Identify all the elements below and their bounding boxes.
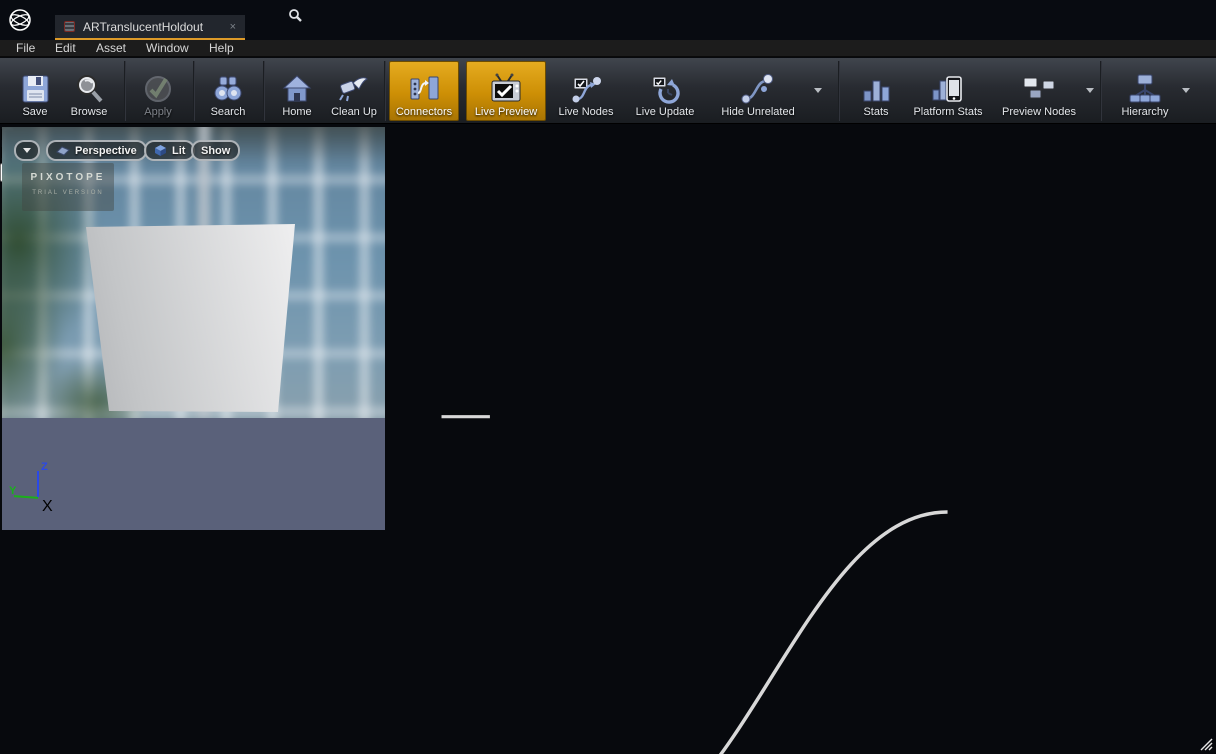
menu-edit[interactable]: Edit	[55, 41, 76, 56]
watermark-subtitle: TRIAL VERSION	[22, 190, 114, 196]
axis-z-line	[37, 471, 39, 497]
hierarchy-button[interactable]: Hierarchy	[1112, 62, 1178, 120]
lit-cube-icon	[154, 144, 167, 157]
platform-stats-button[interactable]: Platform Stats	[906, 62, 990, 120]
toolbar-separator	[193, 61, 195, 121]
material-asset-icon	[64, 21, 75, 32]
resize-handle[interactable]	[1197, 735, 1213, 751]
live-update-icon	[648, 73, 682, 105]
home-icon	[281, 73, 313, 105]
perspective-label: Perspective	[75, 145, 137, 157]
toolbar-button-label: Platform Stats	[913, 106, 982, 118]
perspective-button[interactable]: Perspective	[46, 140, 147, 161]
material-preview-viewport[interactable]: Perspective Lit Show PIXOTOPE TRIAL VERS…	[2, 127, 385, 530]
asset-tab[interactable]: ARTranslucentHoldout ×	[55, 15, 245, 38]
search-binoculars-icon	[211, 73, 245, 105]
toolbar-button-label: Live Update	[636, 106, 695, 118]
save-floppy-icon	[19, 73, 51, 105]
pixotope-watermark: PIXOTOPE TRIAL VERSION	[22, 163, 114, 211]
preview-nodes-icon	[1021, 73, 1057, 105]
hide-unrelated-icon	[740, 73, 776, 105]
menu-asset[interactable]: Asset	[96, 41, 126, 56]
axis-z-label: Z	[41, 461, 48, 473]
apply-button[interactable]: Apply	[130, 62, 186, 120]
axis-x-label: X	[42, 498, 53, 516]
menu-file[interactable]: File	[16, 41, 35, 56]
hierarchy-icon	[1128, 73, 1162, 105]
toolbar-separator	[124, 61, 126, 121]
hierarchy-dropdown-icon[interactable]	[1182, 88, 1190, 93]
browse-magnifier-icon	[73, 73, 105, 105]
menu-window[interactable]: Window	[146, 41, 189, 56]
toolbar-separator	[263, 61, 265, 121]
connectors-icon	[408, 73, 440, 105]
toolbar-separator	[838, 61, 840, 121]
live-nodes-icon	[569, 73, 603, 105]
live-preview-button[interactable]: Live Preview	[466, 61, 546, 121]
toolbar-button-label: Hierarchy	[1121, 106, 1168, 118]
show-button[interactable]: Show	[191, 140, 240, 161]
main-toolbar: Save Browse Apply Search Home Clean Up C…	[0, 58, 1216, 124]
home-button[interactable]: Home	[271, 62, 323, 120]
show-label: Show	[201, 145, 230, 157]
title-bar: ARTranslucentHoldout ×	[0, 0, 1216, 40]
axis-y-label: Y	[9, 485, 16, 497]
toolbar-button-label: Hide Unrelated	[721, 106, 794, 118]
apply-check-icon	[142, 73, 174, 105]
save-button[interactable]: Save	[12, 62, 58, 120]
live-update-button[interactable]: Live Update	[628, 62, 702, 120]
watermark-title: PIXOTOPE	[22, 172, 114, 183]
toolbar-button-label: Stats	[863, 106, 888, 118]
toolbar-button-label: Live Preview	[475, 106, 537, 118]
platform-stats-icon	[930, 73, 966, 105]
clean-up-brush-icon	[337, 73, 371, 105]
toolbar-separator	[384, 61, 386, 121]
perspective-icon	[56, 146, 70, 156]
menu-bar: File Edit Asset Window Help	[0, 40, 1216, 57]
toolbar-separator	[1100, 61, 1102, 121]
toolbar-button-label: Home	[282, 106, 311, 118]
tab-title: ARTranslucentHoldout	[83, 20, 203, 34]
toolbar-button-label: Clean Up	[331, 106, 377, 118]
toolbar-button-label: Connectors	[396, 106, 452, 118]
menu-help[interactable]: Help	[209, 41, 234, 56]
preview-nodes-dropdown-icon[interactable]	[1086, 88, 1094, 93]
lit-button[interactable]: Lit	[144, 140, 195, 161]
connectors-button[interactable]: Connectors	[389, 61, 459, 121]
viewport-options-dropdown[interactable]	[14, 140, 40, 161]
search-icon	[288, 8, 302, 22]
tab-close-icon[interactable]: ×	[230, 21, 236, 33]
toolbar-button-label: Save	[22, 106, 47, 118]
engine-logo-icon	[7, 7, 33, 33]
browse-button[interactable]: Browse	[60, 62, 118, 120]
toolbar-button-label: Search	[211, 106, 246, 118]
chevron-down-icon	[23, 148, 31, 153]
toolbar-button-label: Browse	[71, 106, 108, 118]
clean-up-button[interactable]: Clean Up	[326, 62, 382, 120]
live-preview-tv-icon	[488, 73, 524, 105]
search-button[interactable]: Search	[199, 62, 257, 120]
live-nodes-button[interactable]: Live Nodes	[551, 62, 621, 120]
toolbar-button-label: Preview Nodes	[1002, 106, 1076, 118]
hide-unrelated-dropdown-icon[interactable]	[814, 88, 822, 93]
preview-nodes-button[interactable]: Preview Nodes	[995, 62, 1083, 120]
viewport-floor	[2, 418, 385, 530]
lit-label: Lit	[172, 145, 185, 157]
toolbar-button-label: Apply	[144, 106, 172, 118]
stats-chart-icon	[860, 73, 892, 105]
toolbar-button-label: Live Nodes	[558, 106, 613, 118]
hide-unrelated-button[interactable]: Hide Unrelated	[708, 62, 808, 120]
stats-button[interactable]: Stats	[847, 62, 905, 120]
